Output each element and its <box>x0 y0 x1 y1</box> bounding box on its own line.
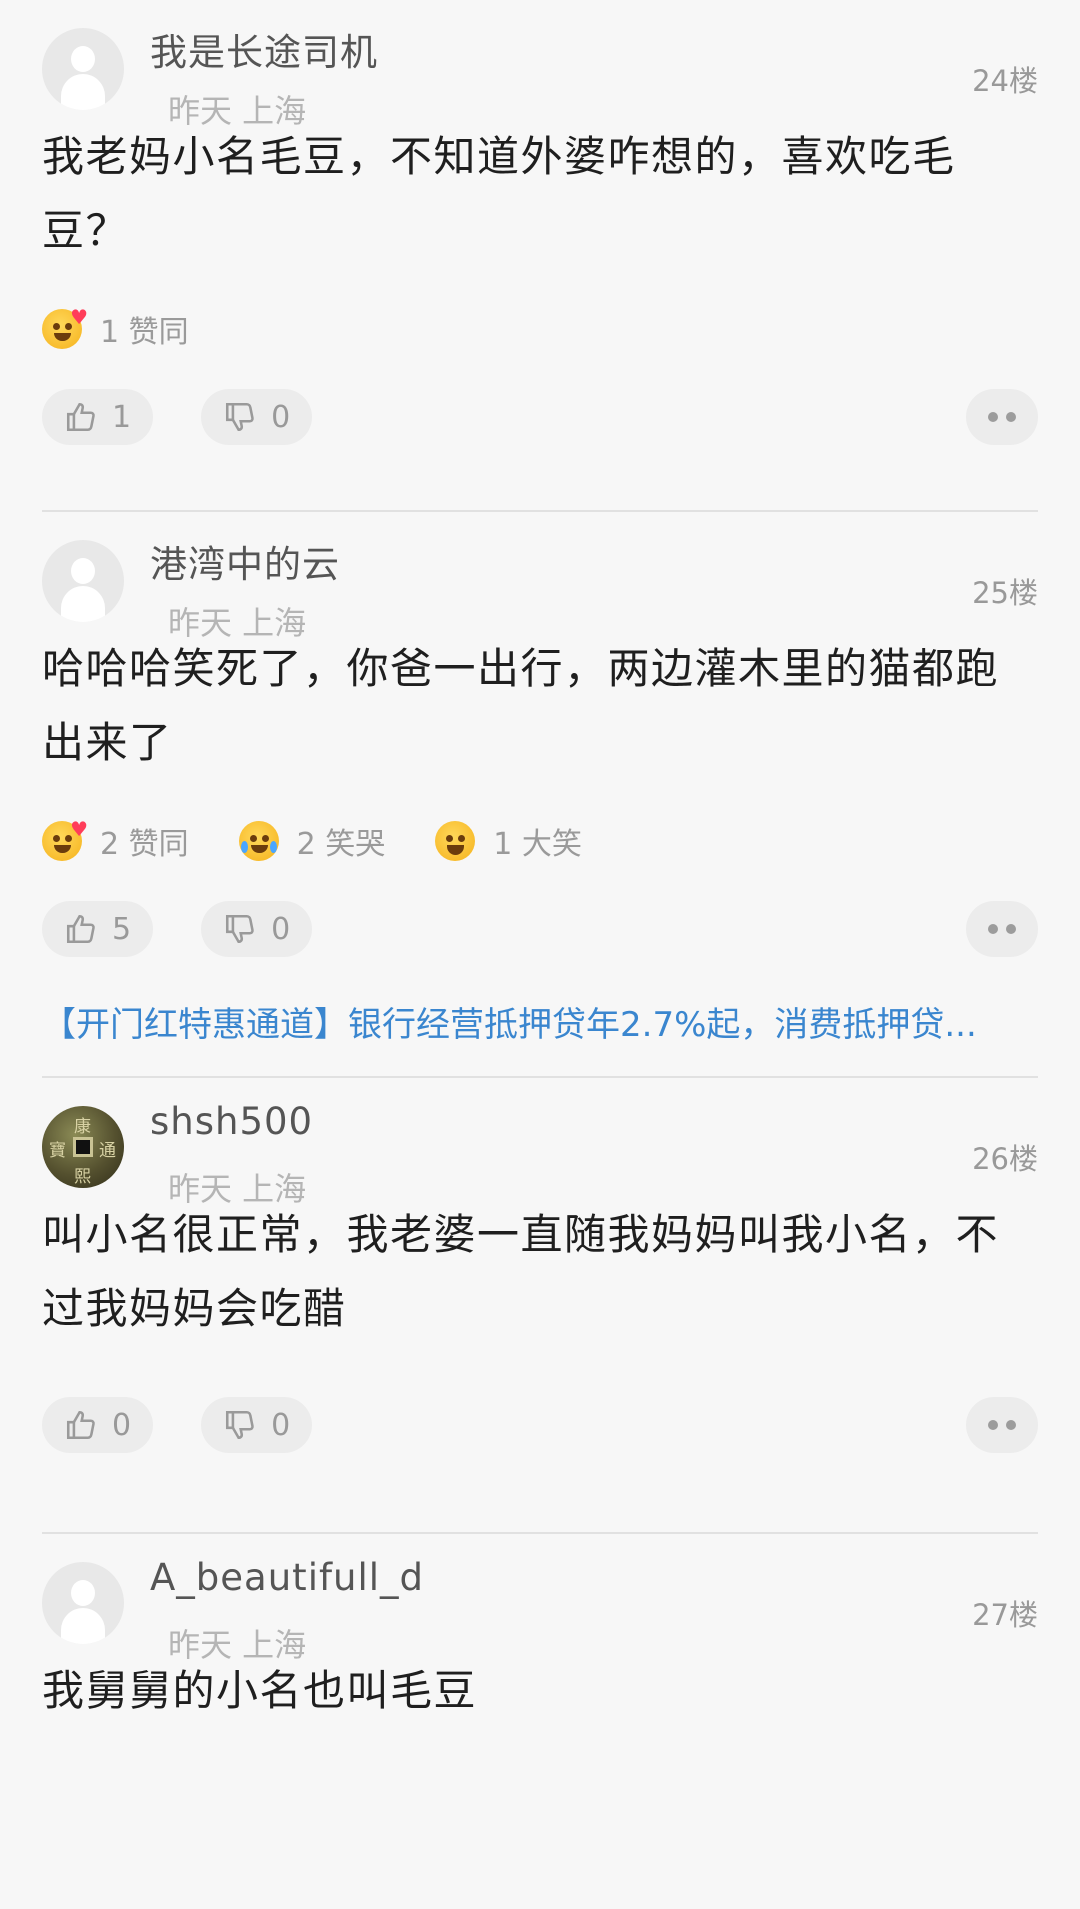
dislike-button[interactable]: 0 <box>201 901 313 957</box>
username[interactable]: A_beautifull_d <box>150 1556 424 1599</box>
floor-number: 27楼 <box>972 1598 1038 1632</box>
avatar-glyph: 寶 <box>49 1141 66 1161</box>
avatar-glyph: 熙 <box>74 1167 91 1187</box>
big-laugh-emoji-icon <box>435 821 476 861</box>
dislike-button[interactable]: 0 <box>201 1397 313 1453</box>
like-count: 1 <box>112 399 132 435</box>
thumbs-down-icon <box>226 402 254 432</box>
more-options-button[interactable] <box>966 1397 1038 1453</box>
like-button[interactable]: 0 <box>42 1397 154 1453</box>
comment-header: 我是长途司机 昨天 上海 24楼 <box>0 0 1080 130</box>
avatar-glyph: 通 <box>99 1141 116 1161</box>
reaction-item[interactable]: ♥ 1 赞同 <box>42 305 189 351</box>
comment-meta: 昨天 上海 <box>168 92 307 130</box>
floor-number: 25楼 <box>972 576 1038 610</box>
like-button[interactable]: 1 <box>42 389 154 445</box>
more-options-button[interactable] <box>966 901 1038 957</box>
laugh-cry-emoji-icon <box>238 821 279 861</box>
ad-link[interactable]: 【开门红特惠通道】银行经营抵押贷年2.7%起，消费抵押贷... <box>42 966 1038 1076</box>
comment-meta: 昨天 上海 <box>168 604 307 642</box>
comment-header: A_beautifull_d 昨天 上海 27楼 <box>0 1534 1080 1664</box>
avatar[interactable] <box>42 540 124 622</box>
comment-actions: 0 0 <box>42 1388 1038 1462</box>
thumbs-up-icon <box>66 402 95 432</box>
avatar[interactable]: 康 通 寶 熙 <box>42 1106 124 1188</box>
reaction-label: 1 大笑 <box>493 827 582 862</box>
reaction-item[interactable]: 2 笑哭 <box>238 819 386 863</box>
username[interactable]: 我是长途司机 <box>150 22 378 76</box>
reaction-item[interactable]: ♥ 2 赞同 <box>42 817 189 863</box>
comment-item: 康 通 寶 熙 shsh500 昨天 上海 26楼 叫小名很正常，我老婆一直随我… <box>0 1078 1080 1534</box>
heart-eyes-emoji-icon: ♥ <box>42 305 88 349</box>
dislike-count: 0 <box>271 1407 291 1443</box>
reaction-item[interactable]: 1 大笑 <box>435 819 582 863</box>
thumbs-up-icon <box>66 1410 95 1440</box>
comment-item: A_beautifull_d 昨天 上海 27楼 我舅舅的小名也叫毛豆 <box>0 1534 1080 1728</box>
comment-meta: 昨天 上海 <box>168 1626 307 1664</box>
heart-eyes-emoji-icon: ♥ <box>42 817 88 861</box>
avatar-glyph: 康 <box>74 1117 91 1137</box>
comment-item: 我是长途司机 昨天 上海 24楼 我老妈小名毛豆，不知道外婆咋想的，喜欢吃毛豆？… <box>0 0 1080 512</box>
like-count: 0 <box>112 1407 132 1443</box>
comment-meta: 昨天 上海 <box>168 1170 307 1208</box>
like-button[interactable]: 5 <box>42 901 154 957</box>
thumbs-down-icon <box>226 914 254 944</box>
reaction-summary: ♥ 2 赞同 2 笑哭 1 大笑 <box>42 806 1038 876</box>
reaction-summary: ♥ 1 赞同 <box>42 294 1038 364</box>
floor-number: 26楼 <box>972 1142 1038 1176</box>
avatar[interactable] <box>42 28 124 110</box>
thumbs-up-icon <box>66 914 95 944</box>
dislike-count: 0 <box>271 399 291 435</box>
comment-item: 港湾中的云 昨天 上海 25楼 哈哈哈笑死了，你爸一出行，两边灌木里的猫都跑出来… <box>0 512 1080 1078</box>
comment-text: 叫小名很正常，我老婆一直随我妈妈叫我小名，不过我妈妈会吃醋 <box>42 1210 1000 1333</box>
comment-text: 我老妈小名毛豆，不知道外婆咋想的，喜欢吃毛豆？ <box>42 132 956 255</box>
reaction-label: 2 笑哭 <box>296 827 386 862</box>
comment-header: 康 通 寶 熙 shsh500 昨天 上海 26楼 <box>0 1078 1080 1208</box>
avatar[interactable] <box>42 1562 124 1644</box>
reaction-label: 1 赞同 <box>100 315 189 350</box>
comment-text: 哈哈哈笑死了，你爸一出行，两边灌木里的猫都跑出来了 <box>42 644 1000 767</box>
comment-actions: 1 0 <box>42 380 1038 454</box>
reaction-label: 2 赞同 <box>100 827 189 862</box>
like-count: 5 <box>112 911 132 947</box>
floor-number: 24楼 <box>972 64 1038 98</box>
dislike-button[interactable]: 0 <box>201 389 313 445</box>
dislike-count: 0 <box>271 911 291 947</box>
username[interactable]: 港湾中的云 <box>150 534 340 588</box>
thumbs-down-icon <box>226 1410 254 1440</box>
comment-actions: 5 0 <box>42 892 1038 966</box>
comment-header: 港湾中的云 昨天 上海 25楼 <box>0 512 1080 642</box>
username[interactable]: shsh500 <box>150 1100 313 1143</box>
more-options-button[interactable] <box>966 389 1038 445</box>
